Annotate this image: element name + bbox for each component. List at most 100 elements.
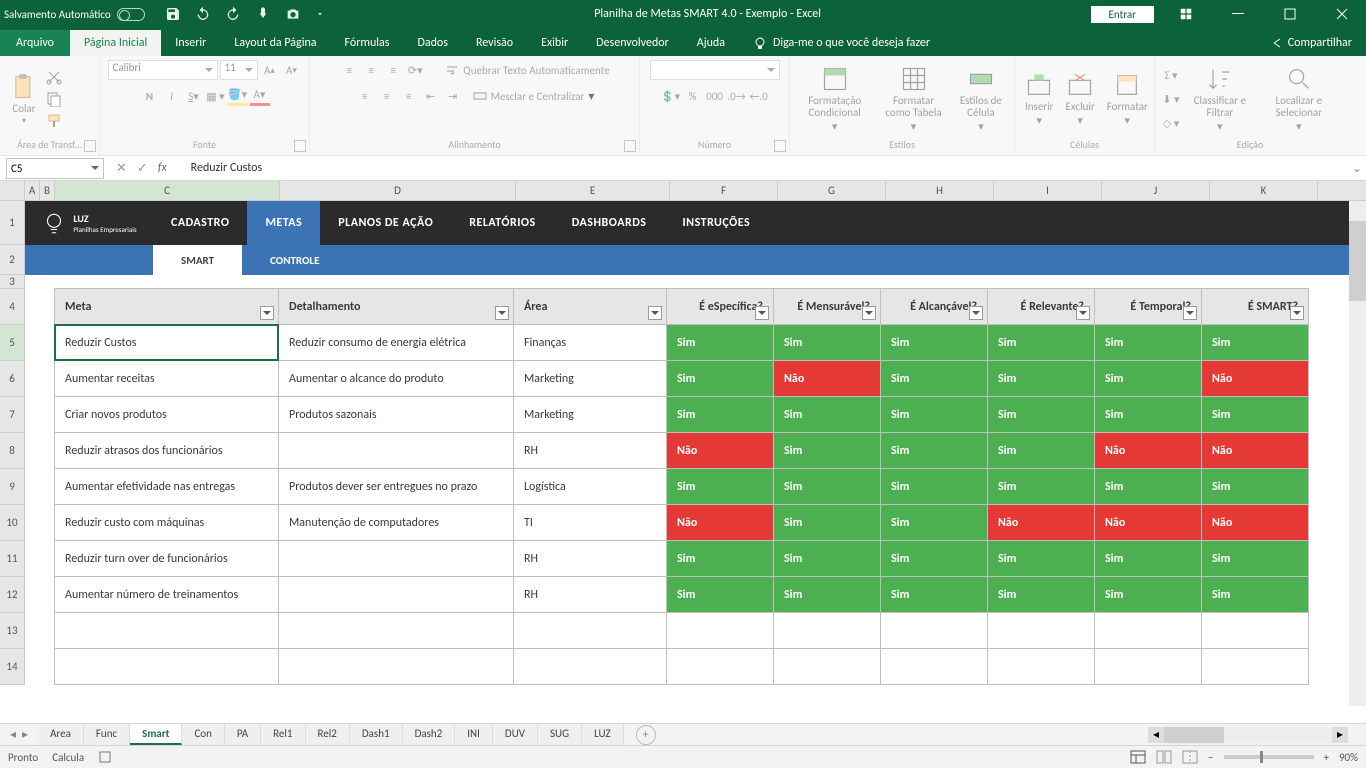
add-sheet-button[interactable]: +	[636, 725, 656, 745]
macro-record-icon[interactable]	[98, 750, 112, 764]
font-color-icon[interactable]: A▾	[250, 86, 270, 106]
col-F[interactable]: F	[670, 181, 778, 200]
cell-det[interactable]	[278, 432, 514, 469]
find-select-button[interactable]: Localizar e Selecionar▾	[1259, 63, 1339, 135]
increase-indent-icon[interactable]: ⇥	[443, 86, 463, 106]
sort-filter-button[interactable]: Classificar e Filtrar▾	[1185, 63, 1255, 135]
cell-smart-flag[interactable]: Não	[1201, 504, 1309, 541]
filter-icon[interactable]	[1076, 306, 1090, 320]
nav-cadastro[interactable]: CADASTRO	[153, 201, 247, 245]
font-size-combo[interactable]: 11	[220, 60, 258, 80]
sheet-tab-dash1[interactable]: Dash1	[350, 724, 403, 745]
home-tab[interactable]: Página Inicial	[70, 30, 161, 56]
font-launcher-icon[interactable]	[294, 140, 306, 152]
cell-det[interactable]: Produtos dever ser entregues no prazo	[278, 468, 514, 505]
nav-planos[interactable]: PLANOS DE AÇÃO	[320, 201, 451, 245]
cell-smart-flag[interactable]: Sim	[773, 504, 881, 541]
empty-cell[interactable]	[278, 612, 514, 649]
cell-smart-flag[interactable]: Sim	[880, 468, 988, 505]
subnav-smart[interactable]: SMART	[153, 245, 242, 275]
underline-button[interactable]: S ▾	[184, 86, 204, 106]
cell-smart-flag[interactable]: Sim	[1201, 396, 1309, 433]
cell-smart-flag[interactable]: Sim	[880, 576, 988, 613]
cell-meta[interactable]: Reduzir turn over de funcionários	[54, 540, 279, 577]
cell-det[interactable]: Aumentar o alcance do produto	[278, 360, 514, 397]
row-3[interactable]: 3	[0, 275, 25, 289]
insert-tab[interactable]: Inserir	[161, 30, 220, 56]
fill-color-icon[interactable]: 🪣▾	[228, 86, 248, 106]
format-cells-button[interactable]: Formatar▾	[1103, 69, 1152, 129]
hdr-alcancavel[interactable]: É Alcançável?	[880, 288, 988, 325]
empty-cell[interactable]	[1094, 648, 1202, 685]
tab-scroll-right-icon[interactable]: ▸	[22, 727, 28, 742]
col-A[interactable]: A	[25, 181, 40, 200]
cell-smart-flag[interactable]: Sim	[1094, 468, 1202, 505]
undo-icon[interactable]	[195, 6, 211, 22]
sheet-tab-con[interactable]: Con	[182, 724, 224, 745]
format-painter-icon[interactable]	[46, 113, 62, 129]
decrease-font-icon[interactable]: A▾	[282, 60, 302, 80]
expand-formula-icon[interactable]: ⌄	[1348, 161, 1366, 176]
data-tab[interactable]: Dados	[403, 30, 461, 56]
cell-area[interactable]: Logística	[513, 468, 667, 505]
col-E[interactable]: E	[516, 181, 670, 200]
empty-cell[interactable]	[666, 648, 774, 685]
merge-button[interactable]: Mesclar e Centralizar ▾	[473, 89, 595, 104]
left-align-icon[interactable]: ≡	[355, 86, 375, 106]
zoom-out-button[interactable]: −	[1208, 751, 1213, 764]
cell-smart-flag[interactable]: Sim	[666, 324, 774, 361]
sheet-tab-func[interactable]: Func	[84, 724, 130, 745]
cell-smart-flag[interactable]: Sim	[666, 540, 774, 577]
cancel-formula-icon[interactable]: ✕	[116, 161, 127, 176]
empty-cell[interactable]	[1094, 612, 1202, 649]
cell-area[interactable]: Marketing	[513, 360, 667, 397]
empty-cell[interactable]	[987, 648, 1095, 685]
cell-meta[interactable]: Reduzir Custos	[54, 324, 279, 361]
cell-area[interactable]: RH	[513, 432, 667, 469]
cell-smart-flag[interactable]: Sim	[987, 360, 1095, 397]
nav-metas[interactable]: METAS	[247, 201, 320, 245]
hdr-meta[interactable]: Meta	[54, 288, 279, 325]
cell-smart-flag[interactable]: Sim	[880, 504, 988, 541]
nav-instrucoes[interactable]: INSTRUÇÕES	[664, 201, 768, 245]
row-4[interactable]: 4	[0, 289, 25, 325]
cell-meta[interactable]: Reduzir custo com máquinas	[54, 504, 279, 541]
col-D[interactable]: D	[280, 181, 516, 200]
col-K[interactable]: K	[1210, 181, 1318, 200]
sign-in-button[interactable]: Entrar	[1091, 6, 1154, 23]
filter-icon[interactable]	[755, 306, 769, 320]
clipboard-launcher-icon[interactable]	[84, 140, 96, 152]
empty-cell[interactable]	[880, 612, 988, 649]
close-icon[interactable]	[1322, 0, 1362, 28]
clear-icon[interactable]: ◇ ▾	[1161, 113, 1181, 133]
hdr-especifica[interactable]: É eSpecífica?	[666, 288, 774, 325]
cell-smart-flag[interactable]: Sim	[987, 540, 1095, 577]
hscroll-left-icon[interactable]: ◂	[1148, 727, 1164, 743]
cell-det[interactable]: Reduzir consumo de energia elétrica	[278, 324, 514, 361]
zoom-level[interactable]: 90%	[1339, 751, 1358, 764]
borders-icon[interactable]: ▦ ▾	[206, 86, 226, 106]
cell-smart-flag[interactable]: Sim	[880, 324, 988, 361]
filter-icon[interactable]	[1290, 306, 1304, 320]
hdr-temporal[interactable]: É Temporal?	[1094, 288, 1202, 325]
col-I[interactable]: I	[994, 181, 1102, 200]
col-G[interactable]: G	[778, 181, 886, 200]
row-1[interactable]: 1	[0, 201, 25, 245]
maximize-icon[interactable]	[1270, 0, 1310, 28]
cell-smart-flag[interactable]: Sim	[773, 324, 881, 361]
cell-det[interactable]	[278, 576, 514, 613]
cell-det[interactable]: Manutenção de computadores	[278, 504, 514, 541]
cell-smart-flag[interactable]: Sim	[1201, 324, 1309, 361]
cell-smart-flag[interactable]: Não	[1094, 504, 1202, 541]
cell-smart-flag[interactable]: Sim	[666, 576, 774, 613]
cell-smart-flag[interactable]: Sim	[773, 468, 881, 505]
middle-align-icon[interactable]: ≡	[361, 60, 381, 80]
save-icon[interactable]	[165, 6, 181, 22]
cell-smart-flag[interactable]: Sim	[666, 360, 774, 397]
number-launcher-icon[interactable]	[774, 140, 786, 152]
minimize-icon[interactable]	[1218, 0, 1258, 28]
sheet-tab-rel1[interactable]: Rel1	[261, 724, 305, 745]
cell-smart-flag[interactable]: Sim	[880, 432, 988, 469]
cell-smart-flag[interactable]: Sim	[773, 576, 881, 613]
increase-decimal-icon[interactable]: .0→	[727, 86, 747, 106]
